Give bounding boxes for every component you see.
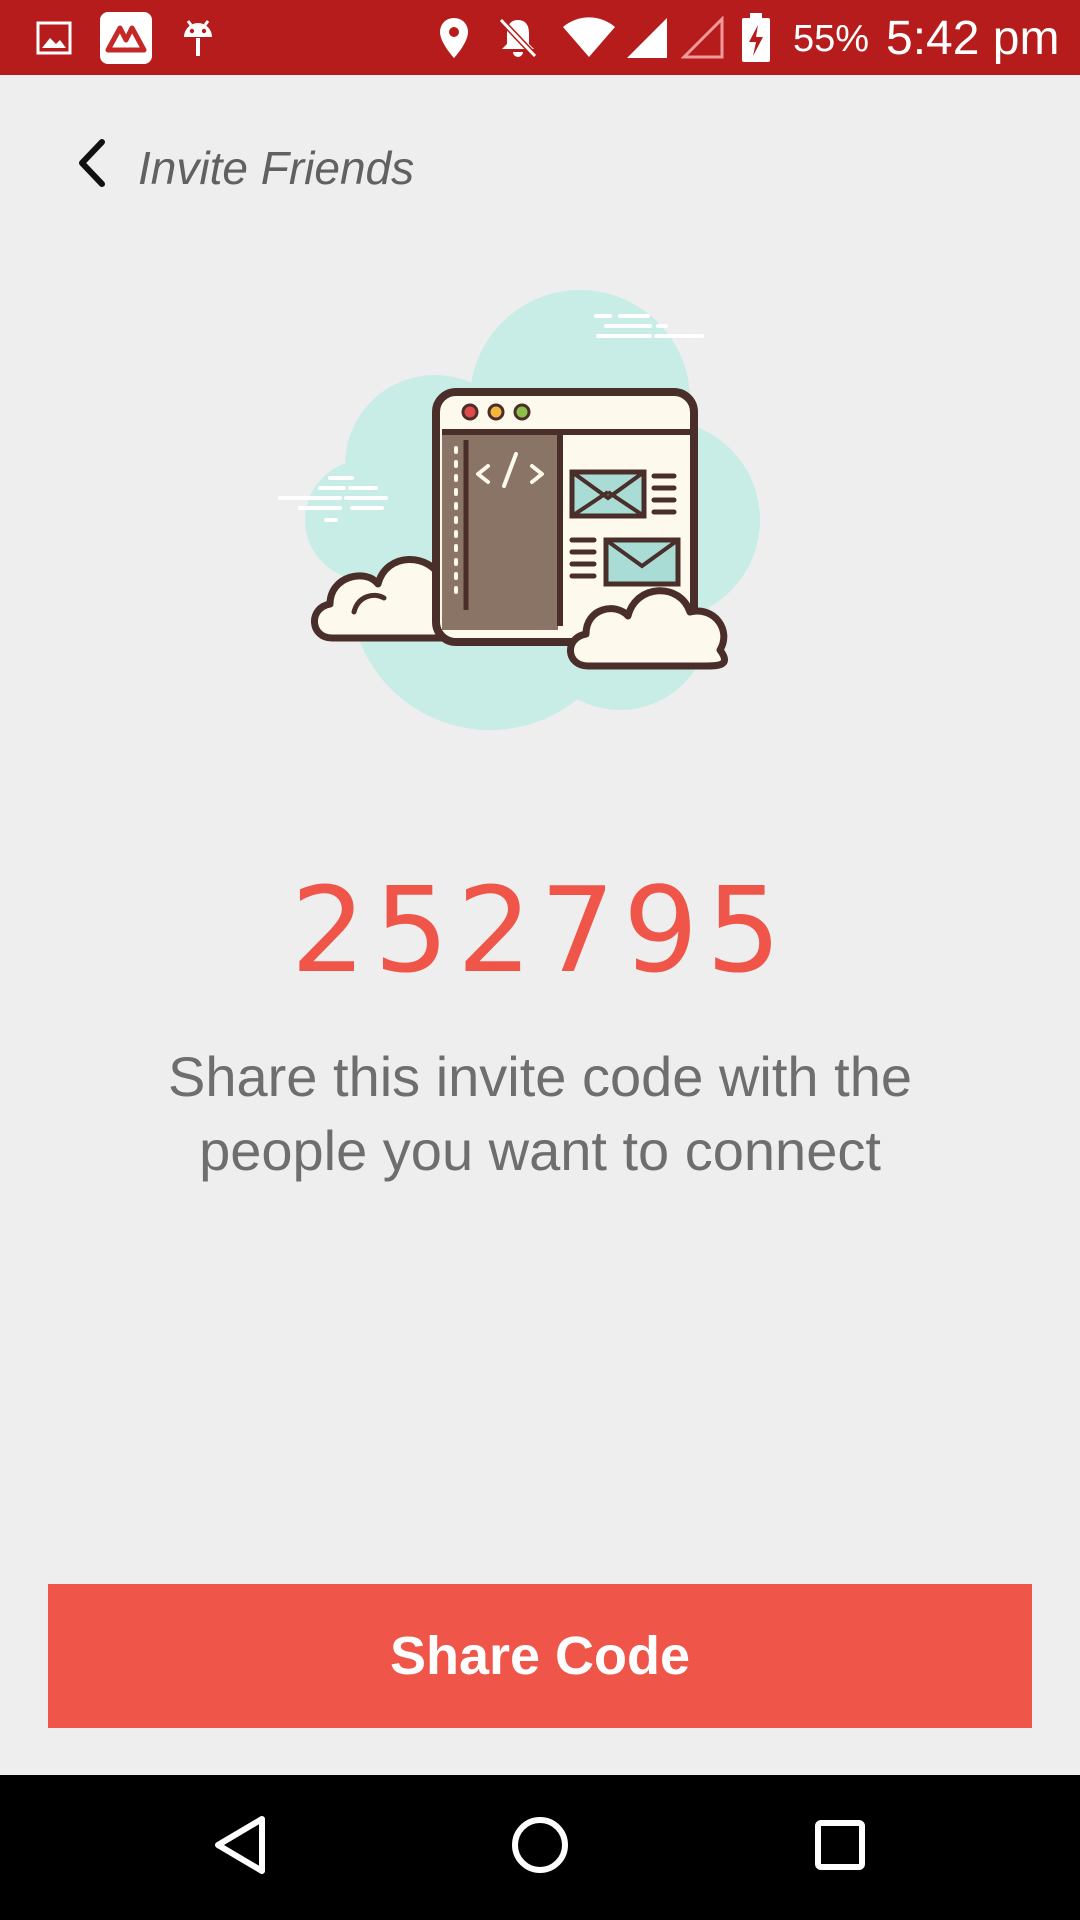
share-code-button[interactable]: Share Code (48, 1584, 1032, 1728)
home-circle-icon (510, 1815, 570, 1880)
nav-back-button[interactable] (170, 1775, 310, 1920)
recents-square-icon (814, 1819, 866, 1876)
signal-icon (624, 0, 670, 75)
nav-recents-button[interactable] (770, 1775, 910, 1920)
back-button[interactable] (62, 135, 122, 195)
location-icon (436, 0, 472, 75)
wifi-icon (560, 0, 618, 75)
gallery-icon (36, 0, 72, 75)
page-title: Invite Friends (138, 142, 415, 194)
back-triangle-icon (210, 1814, 270, 1881)
notifications-off-icon (496, 0, 540, 75)
battery-percent: 55% (793, 18, 870, 60)
signal-empty-icon (680, 0, 726, 75)
invite-description: Share this invite code with the people y… (168, 1045, 912, 1182)
chevron-left-icon (74, 138, 110, 193)
app-header: Invite Friends (0, 75, 1080, 265)
status-bar: 55% 5:42 pm (0, 0, 1080, 75)
invite-code: 252795 (290, 861, 790, 999)
android-debug-icon (180, 0, 216, 75)
browser-code-cloud-illustration (270, 290, 800, 730)
app-logo-icon (100, 0, 152, 75)
nav-home-button[interactable] (470, 1775, 610, 1920)
battery-charging-icon (740, 0, 772, 75)
system-nav-bar (0, 1775, 1080, 1920)
clock: 5:42 pm (886, 12, 1060, 65)
